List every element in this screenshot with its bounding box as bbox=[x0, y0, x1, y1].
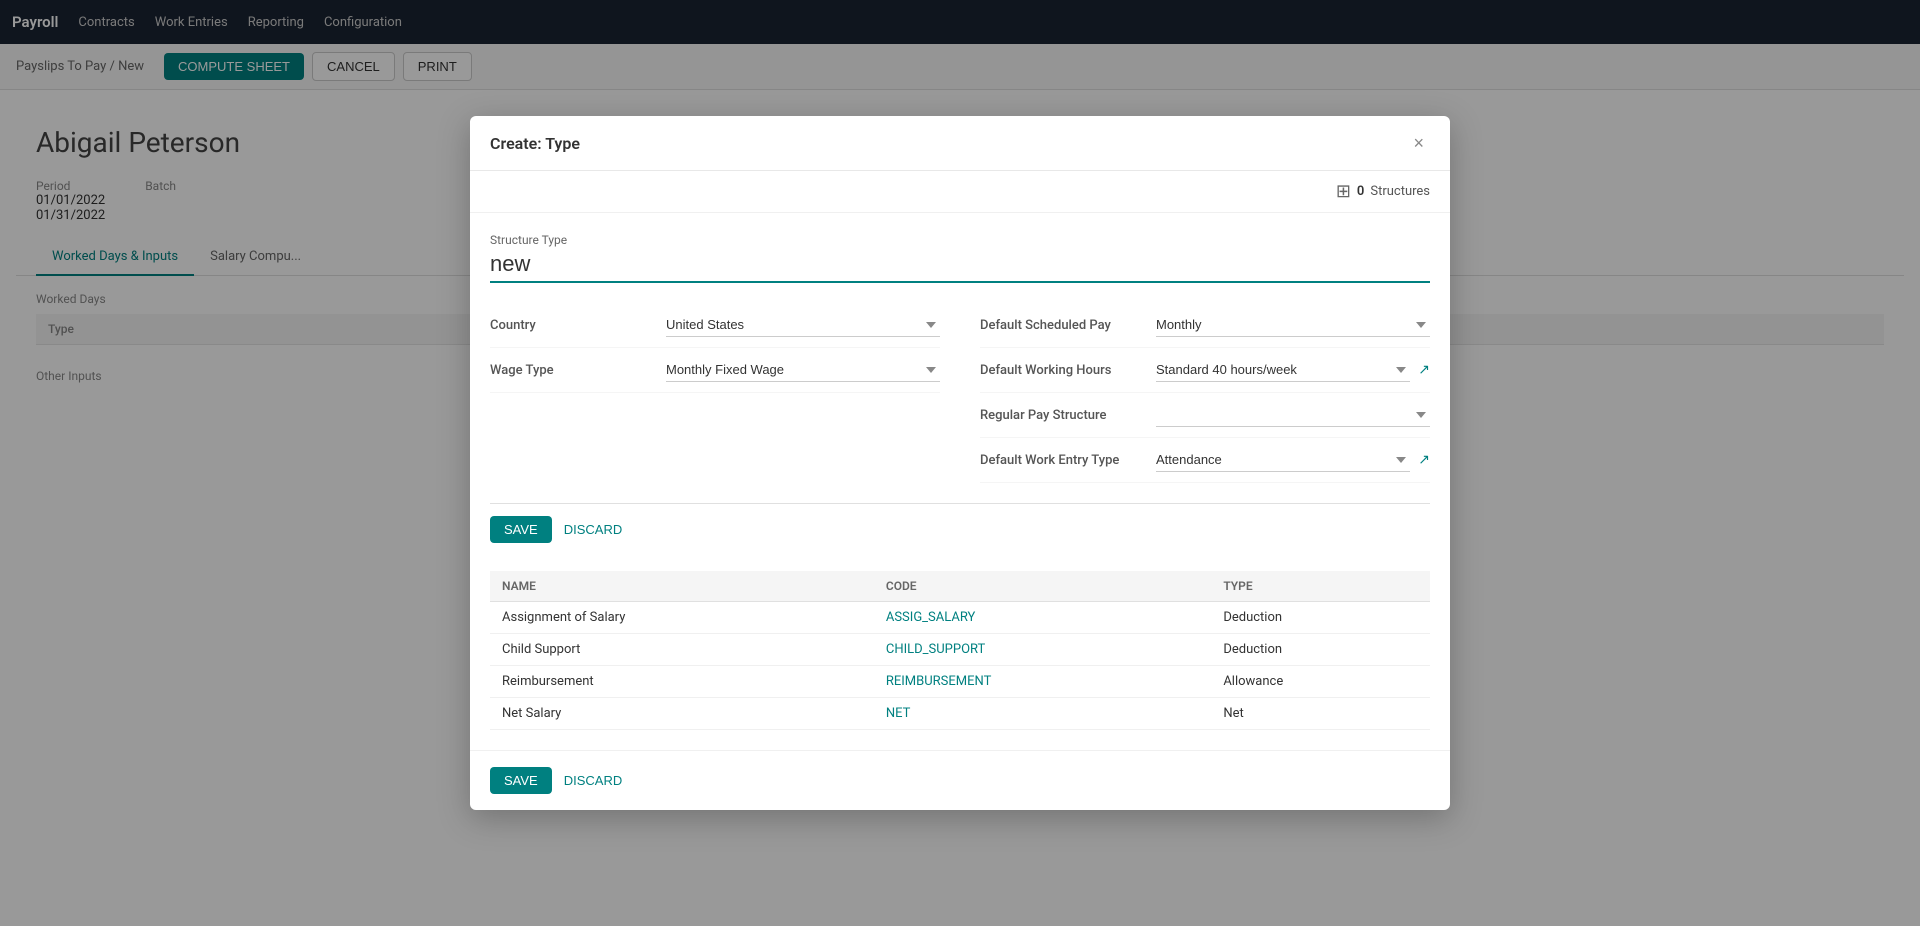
modal-top-actions: SAVE DISCARD bbox=[490, 503, 1430, 555]
table-row: Net Salary NET Net bbox=[490, 698, 1430, 730]
discard-button-top[interactable]: DISCARD bbox=[564, 516, 623, 543]
structure-type-section: Structure Type bbox=[490, 233, 1430, 283]
table-row: Reimbursement REIMBURSEMENT Allowance bbox=[490, 666, 1430, 698]
row-name: Reimbursement bbox=[490, 666, 874, 698]
modal-overlay: Create: Type × ⊞ 0 Structures Structure … bbox=[0, 0, 1920, 926]
row-type: Allowance bbox=[1211, 666, 1430, 698]
row-code: NET bbox=[874, 698, 1211, 730]
modal-body: Structure Type Country United States bbox=[470, 213, 1450, 750]
save-button-top[interactable]: SAVE bbox=[490, 516, 552, 543]
scheduled-pay-row: Default Scheduled Pay Monthly Weekly Bi-… bbox=[980, 303, 1430, 348]
form-left-col: Country United States Wage Type Monthl bbox=[490, 303, 940, 483]
wage-type-value: Monthly Fixed Wage Hourly Wage bbox=[666, 358, 940, 382]
discard-button-bottom[interactable]: DISCARD bbox=[564, 767, 623, 794]
work-entry-external-link-icon[interactable]: ↗ bbox=[1418, 452, 1430, 468]
col-name-header: Name bbox=[490, 571, 874, 602]
work-entry-row: Default Work Entry Type Attendance Remot… bbox=[980, 438, 1430, 483]
save-button-bottom[interactable]: SAVE bbox=[490, 767, 552, 794]
country-value: United States bbox=[666, 313, 940, 337]
wage-type-label: Wage Type bbox=[490, 363, 650, 378]
work-entry-select[interactable]: Attendance Remote Work Leave bbox=[1156, 448, 1410, 472]
structures-badge: ⊞ 0 Structures bbox=[470, 171, 1450, 213]
regular-pay-row: Regular Pay Structure bbox=[980, 393, 1430, 438]
table-row: Child Support CHILD_SUPPORT Deduction bbox=[490, 634, 1430, 666]
row-name: Net Salary bbox=[490, 698, 874, 730]
modal-create-type: Create: Type × ⊞ 0 Structures Structure … bbox=[470, 116, 1450, 810]
row-code: ASSIG_SALARY bbox=[874, 602, 1211, 634]
wage-type-select[interactable]: Monthly Fixed Wage Hourly Wage bbox=[666, 358, 940, 382]
working-hours-external-link-icon[interactable]: ↗ bbox=[1418, 362, 1430, 378]
work-entry-value: Attendance Remote Work Leave ↗ bbox=[1156, 448, 1430, 472]
structure-type-input[interactable] bbox=[490, 251, 1430, 283]
country-label: Country bbox=[490, 318, 650, 333]
row-code: REIMBURSEMENT bbox=[874, 666, 1211, 698]
row-type: Deduction bbox=[1211, 602, 1430, 634]
col-code-header: Code bbox=[874, 571, 1211, 602]
working-hours-value: Standard 40 hours/week ↗ bbox=[1156, 358, 1430, 382]
work-entry-label: Default Work Entry Type bbox=[980, 453, 1140, 468]
modal-title: Create: Type bbox=[490, 134, 580, 153]
wage-type-row: Wage Type Monthly Fixed Wage Hourly Wage bbox=[490, 348, 940, 393]
close-button[interactable]: × bbox=[1407, 132, 1430, 154]
grid-icon: ⊞ bbox=[1336, 181, 1351, 202]
form-right-col: Default Scheduled Pay Monthly Weekly Bi-… bbox=[980, 303, 1430, 483]
form-grid: Country United States Wage Type Monthl bbox=[490, 303, 1430, 483]
row-name: Assignment of Salary bbox=[490, 602, 874, 634]
working-hours-label: Default Working Hours bbox=[980, 363, 1140, 378]
structure-type-label: Structure Type bbox=[490, 233, 1430, 247]
regular-pay-value bbox=[1156, 403, 1430, 427]
table-row: Assignment of Salary ASSIG_SALARY Deduct… bbox=[490, 602, 1430, 634]
structures-label: Structures bbox=[1370, 184, 1430, 199]
col-type-header: Type bbox=[1211, 571, 1430, 602]
working-hours-row: Default Working Hours Standard 40 hours/… bbox=[980, 348, 1430, 393]
scheduled-pay-value: Monthly Weekly Bi-Weekly bbox=[1156, 313, 1430, 337]
regular-pay-select[interactable] bbox=[1156, 403, 1430, 427]
working-hours-select[interactable]: Standard 40 hours/week bbox=[1156, 358, 1410, 382]
modal-header: Create: Type × bbox=[470, 116, 1450, 171]
structures-table: Name Code Type Assignment of Salary ASSI… bbox=[490, 571, 1430, 730]
structures-count: 0 bbox=[1357, 184, 1364, 199]
modal-bottom-actions: SAVE DISCARD bbox=[470, 750, 1450, 810]
row-code: CHILD_SUPPORT bbox=[874, 634, 1211, 666]
regular-pay-label: Regular Pay Structure bbox=[980, 408, 1140, 423]
country-row: Country United States bbox=[490, 303, 940, 348]
country-select[interactable]: United States bbox=[666, 313, 940, 337]
scheduled-pay-label: Default Scheduled Pay bbox=[980, 318, 1140, 333]
row-type: Net bbox=[1211, 698, 1430, 730]
row-type: Deduction bbox=[1211, 634, 1430, 666]
scheduled-pay-select[interactable]: Monthly Weekly Bi-Weekly bbox=[1156, 313, 1430, 337]
row-name: Child Support bbox=[490, 634, 874, 666]
